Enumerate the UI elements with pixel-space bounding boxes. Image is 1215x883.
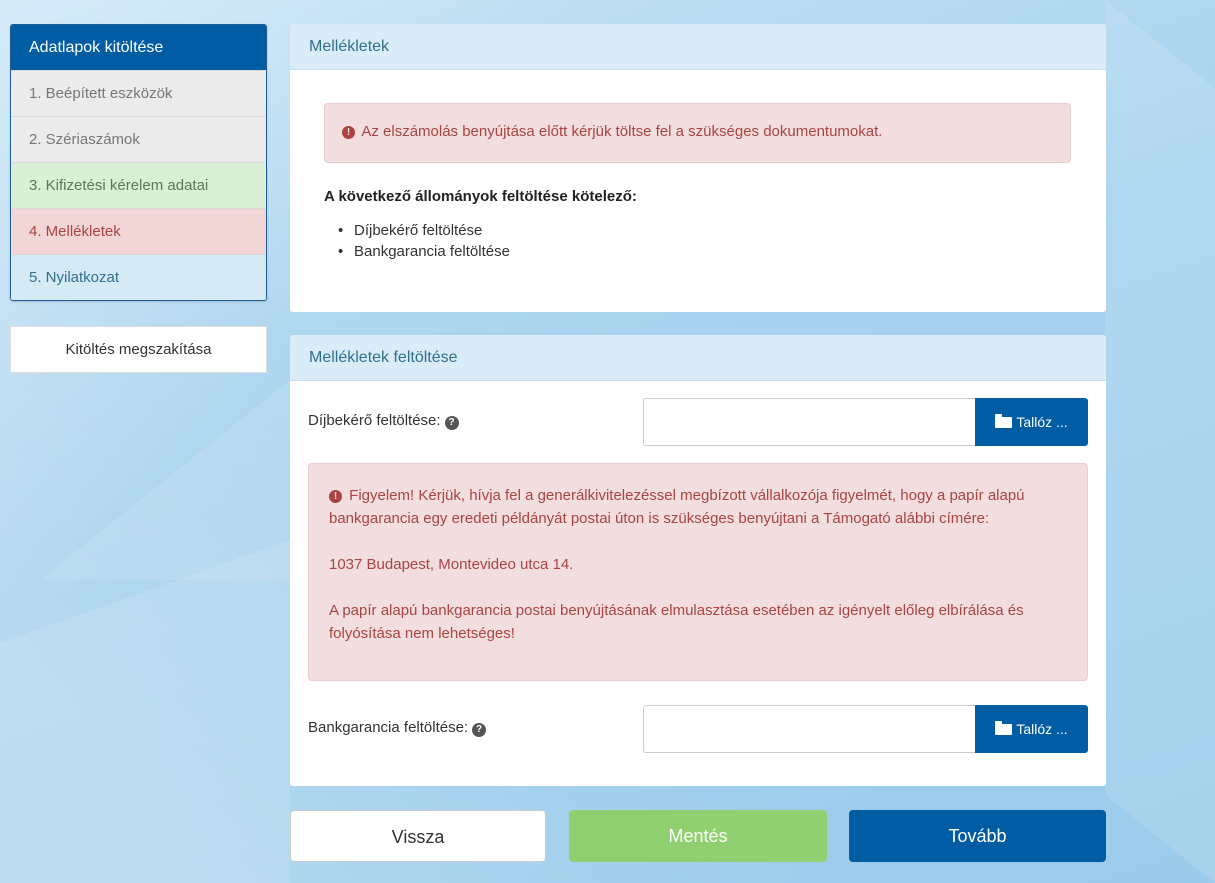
warning-text: Figyelem! Kérjük, hívja fel a generálkiv… [329, 487, 1025, 527]
next-button[interactable]: Tovább [849, 810, 1106, 862]
fee-request-browse-button[interactable]: Tallóz ... [975, 398, 1088, 446]
save-button[interactable]: Mentés [569, 810, 827, 862]
step-item-1[interactable]: 1. Beépített eszközök [11, 70, 266, 116]
background-shape [0, 540, 290, 883]
attachments-panel: Mellékletek ! Az elszámolás benyújtása e… [290, 24, 1106, 312]
warning-address: 1037 Budapest, Montevideo utca 14. [329, 556, 574, 573]
bank-guarantee-browse-button[interactable]: Tallóz ... [975, 705, 1088, 753]
list-item: Díjbekérő feltöltése [338, 220, 510, 241]
bank-guarantee-upload-row: Bankgarancia feltöltése:? Tallóz ... [308, 705, 1088, 753]
required-files-title: A következő állományok feltöltése kötele… [324, 188, 637, 205]
question-circle-icon[interactable]: ? [444, 416, 459, 430]
bank-guarantee-warning: ! Figyelem! Kérjük, hívja fel a generálk… [308, 463, 1088, 681]
bank-guarantee-file-input[interactable] [643, 705, 975, 753]
warning-note: A papír alapú bankgarancia postai benyúj… [329, 602, 1024, 642]
folder-open-icon [995, 414, 1013, 428]
list-item: Bankgarancia feltöltése [338, 241, 510, 262]
step-item-5[interactable]: 5. Nyilatkozat [11, 254, 266, 300]
step-item-2[interactable]: 2. Szériaszámok [11, 116, 266, 162]
exclamation-circle-icon: ! [342, 126, 355, 139]
step-item-3[interactable]: 3. Kifizetési kérelem adatai [11, 162, 266, 208]
fee-request-upload-row: Díjbekérő feltöltése:? Tallóz ... [308, 398, 1088, 446]
steps-title: Adatlapok kitöltése [11, 25, 266, 70]
step-item-4-active[interactable]: 4. Mellékletek [11, 208, 266, 254]
fee-request-label: Díjbekérő feltöltése:? [308, 412, 459, 430]
alert-text: Az elszámolás benyújtása előtt kérjük tö… [361, 123, 883, 140]
required-files-list: Díjbekérő feltöltése Bankgarancia feltöl… [338, 220, 510, 262]
attachments-panel-title: Mellékletek [290, 24, 1106, 70]
upload-panel: Mellékletek feltöltése Díjbekérő feltölt… [290, 335, 1106, 786]
upload-panel-title: Mellékletek feltöltése [290, 335, 1106, 381]
exclamation-circle-icon: ! [329, 490, 342, 503]
upload-required-alert: ! Az elszámolás benyújtása előtt kérjük … [324, 103, 1071, 163]
folder-open-icon [995, 721, 1013, 735]
fee-request-file-input[interactable] [643, 398, 975, 446]
background-shape [40, 380, 290, 580]
steps-nav: Adatlapok kitöltése 1. Beépített eszközö… [10, 24, 267, 301]
bank-guarantee-label: Bankgarancia feltöltése:? [308, 719, 487, 737]
cancel-filling-button[interactable]: Kitöltés megszakítása [10, 326, 267, 373]
back-button[interactable]: Vissza [290, 810, 546, 862]
background-shape [1105, 0, 1215, 883]
question-circle-icon[interactable]: ? [472, 723, 487, 737]
